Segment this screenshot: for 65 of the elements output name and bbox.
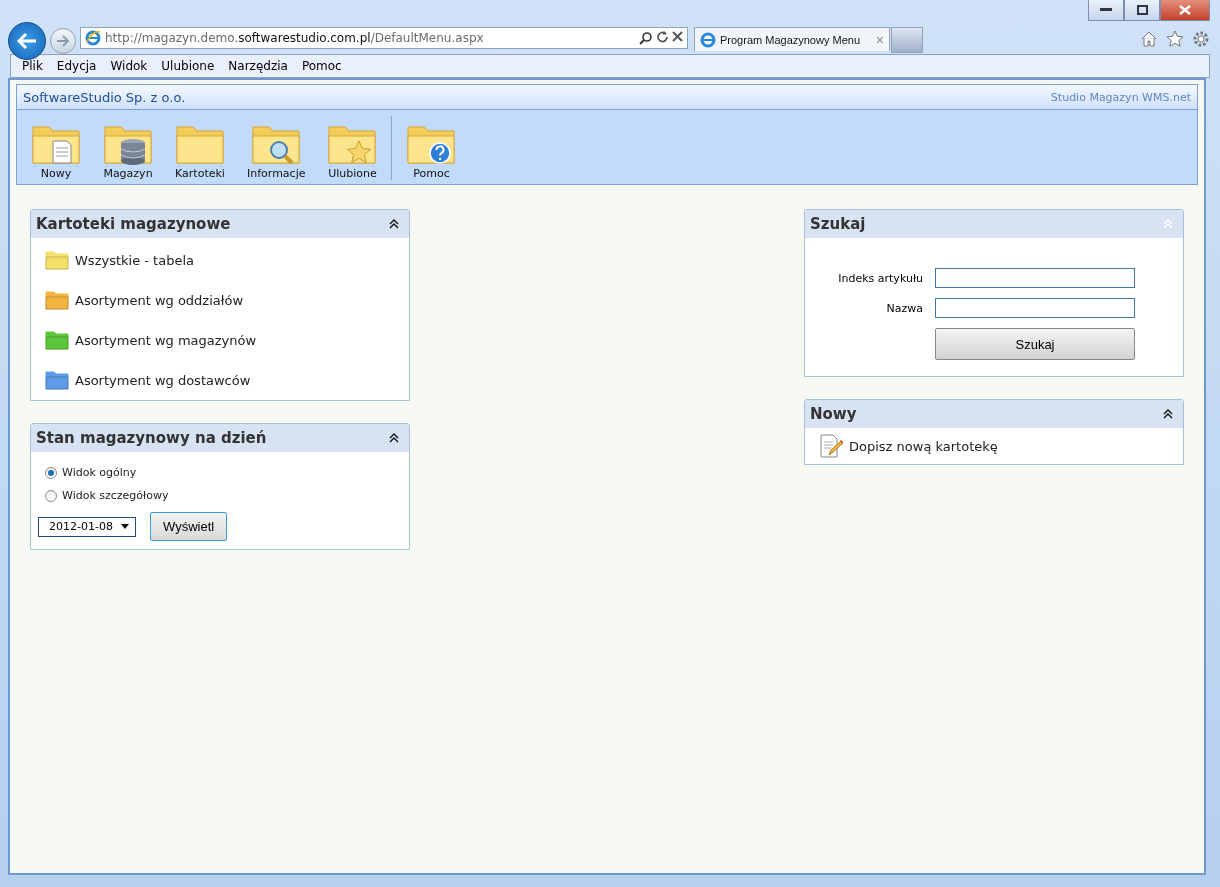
browser-logo-icon — [85, 30, 101, 46]
menu-item[interactable]: Plik — [15, 59, 50, 73]
date-dropdown[interactable]: 2012-01-08 — [38, 516, 136, 537]
collapse-icon[interactable] — [389, 219, 399, 229]
field-label: Nazwa — [885, 301, 924, 315]
toolbar-button[interactable]: Informacje — [239, 123, 314, 180]
caret-icon — [121, 524, 129, 529]
stop-icon[interactable] — [672, 31, 683, 42]
radio-label: Widok ogólny — [62, 466, 137, 479]
maximize-button[interactable] — [1124, 0, 1160, 21]
new-record-link[interactable]: Dopisz nową kartotekę — [849, 438, 998, 454]
search-icon[interactable] — [639, 31, 653, 45]
panel-title: Nowy — [810, 405, 857, 423]
close-button[interactable] — [1160, 0, 1210, 21]
folder-database-icon — [103, 123, 153, 165]
browser-tab[interactable]: Program Magazynowy Menu × — [694, 27, 890, 51]
folder-link[interactable]: Asortyment wg oddziałów — [75, 280, 244, 320]
panel-title: Szukaj — [810, 215, 866, 233]
home-icon[interactable] — [1140, 30, 1158, 48]
folder-help-icon — [406, 123, 457, 165]
menu-item[interactable]: Pomoc — [294, 59, 349, 73]
close-icon — [1179, 5, 1191, 15]
menu-item[interactable]: Widok — [103, 59, 155, 73]
company-name: SoftwareStudio Sp. z o.o. — [23, 89, 186, 105]
browser-logo-icon — [700, 31, 716, 48]
arrow-left-icon — [17, 33, 37, 49]
collapse-icon[interactable] — [389, 433, 399, 443]
menu-item[interactable]: Narzędzia — [221, 59, 295, 73]
toolbar-button[interactable]: Ulubione — [319, 123, 386, 180]
product-name: Studio Magazyn WMS.net — [1050, 90, 1191, 104]
folder-link[interactable]: Asortyment wg dostawców — [75, 360, 251, 400]
menu-item[interactable]: Edycja — [49, 59, 104, 73]
arrow-right-icon — [56, 35, 70, 47]
settings-icon[interactable] — [1192, 30, 1210, 48]
forward-button[interactable] — [50, 28, 76, 54]
panel-title: Kartoteki magazynowe — [36, 215, 231, 233]
minimize-button[interactable] — [1088, 0, 1124, 21]
folder-link[interactable]: Wszystkie - tabela — [75, 240, 194, 280]
address-bar[interactable]: http://magazyn.demo.softwarestudio.com.pl/DefaultMenu.aspx — [80, 27, 688, 49]
toolbar-button[interactable]: Magazyn — [95, 123, 161, 180]
radio-button[interactable] — [45, 466, 57, 479]
collapse-icon[interactable] — [1163, 409, 1173, 419]
folder-magnifier-icon — [251, 123, 302, 165]
folder-link[interactable]: Asortyment wg magazynów — [75, 320, 257, 360]
input-field[interactable] — [935, 298, 1135, 318]
panel-title: Stan magazynowy na dzień — [36, 429, 267, 447]
menu-item[interactable]: Ulubione — [154, 59, 222, 73]
field-label: Indeks artykułu — [837, 271, 924, 285]
toolbar-button[interactable]: Pomoc — [398, 123, 465, 180]
show-button[interactable]: Wyświetl — [150, 512, 228, 541]
folder-document-icon — [31, 123, 81, 165]
back-button[interactable] — [8, 22, 46, 60]
toolbar-button[interactable]: Kartoteki — [167, 123, 233, 180]
star-icon[interactable] — [1166, 30, 1184, 48]
document-pencil-icon — [819, 434, 843, 458]
maximize-icon — [1136, 5, 1148, 15]
search-button[interactable]: Szukaj — [935, 328, 1135, 360]
input-field[interactable] — [935, 268, 1135, 288]
minimize-icon — [1100, 8, 1112, 12]
folder-star-icon — [327, 123, 378, 165]
refresh-icon[interactable] — [656, 31, 669, 44]
radio-button[interactable] — [45, 489, 57, 502]
radio-label: Widok szczegółowy — [62, 489, 169, 502]
toolbar-button[interactable]: Nowy — [23, 123, 89, 180]
folder-icon — [175, 123, 225, 165]
